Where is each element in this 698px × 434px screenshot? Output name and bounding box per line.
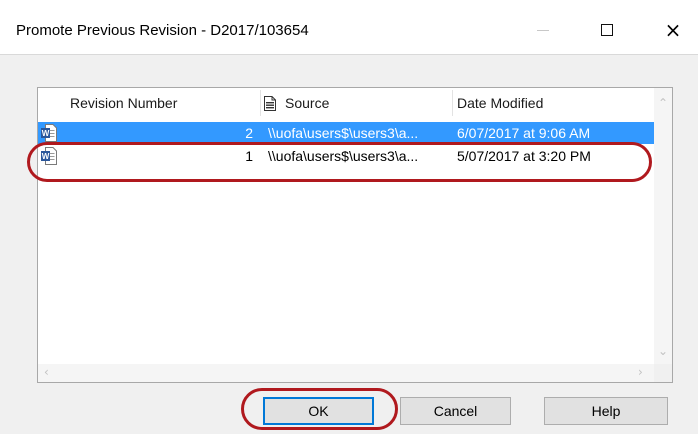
table-row-revision-2[interactable]: W 2 \\uofa\users$\users3\a... 6/07/2017 … xyxy=(38,122,654,144)
cell-revision-number: 1 xyxy=(245,148,253,164)
scroll-up-arrow-icon[interactable]: ⌃ xyxy=(658,96,668,110)
scroll-down-arrow-icon[interactable]: ⌄ xyxy=(658,344,668,358)
horizontal-scrollbar[interactable]: ‹ › xyxy=(38,364,654,382)
document-icon xyxy=(264,95,276,111)
column-header-label: Revision Number xyxy=(70,95,178,111)
cancel-button[interactable]: Cancel xyxy=(400,397,511,425)
cell-date-modified: 5/07/2017 at 3:20 PM xyxy=(457,148,591,164)
maximize-button[interactable] xyxy=(584,12,630,48)
cell-source: \\uofa\users$\users3\a... xyxy=(268,125,419,141)
column-header-source[interactable]: Source xyxy=(264,88,454,118)
close-button[interactable]: × xyxy=(650,12,696,48)
title-bar[interactable]: Promote Previous Revision - D2017/103654… xyxy=(0,0,698,54)
minimize-icon xyxy=(537,29,549,31)
column-header-label: Source xyxy=(285,95,330,111)
revision-list[interactable]: Revision Number Source Date Modified W 2… xyxy=(37,87,673,383)
column-header-label: Date Modified xyxy=(457,95,544,111)
close-icon: × xyxy=(664,18,682,42)
column-header-date-modified[interactable]: Date Modified xyxy=(457,88,647,118)
column-header-revision-number[interactable]: Revision Number xyxy=(70,88,260,118)
cell-revision-number: 2 xyxy=(245,125,253,141)
maximize-icon xyxy=(601,24,613,36)
dialog-window: Promote Previous Revision - D2017/103654… xyxy=(0,0,698,434)
ok-button[interactable]: OK xyxy=(263,397,374,425)
svg-text:W: W xyxy=(42,129,50,138)
column-divider[interactable] xyxy=(452,90,453,116)
vertical-scrollbar[interactable]: ⌃ ⌄ xyxy=(654,88,672,364)
list-header: Revision Number Source Date Modified xyxy=(38,88,654,118)
scroll-right-arrow-icon[interactable]: › xyxy=(638,365,643,379)
cell-source: \\uofa\users$\users3\a... xyxy=(268,148,419,164)
cell-date-modified: 6/07/2017 at 9:06 AM xyxy=(457,125,591,141)
dialog-client-area: Revision Number Source Date Modified W 2… xyxy=(0,54,698,434)
scroll-left-arrow-icon[interactable]: ‹ xyxy=(44,365,49,379)
window-title: Promote Previous Revision - D2017/103654 xyxy=(16,22,309,39)
table-row-revision-1[interactable]: W 1 \\uofa\users$\users3\a... 5/07/2017 … xyxy=(38,145,654,167)
word-document-icon: W xyxy=(41,124,57,142)
svg-text:W: W xyxy=(42,152,50,161)
scrollbar-corner xyxy=(654,364,672,382)
column-divider[interactable] xyxy=(260,90,261,116)
word-document-icon: W xyxy=(41,147,57,165)
help-button[interactable]: Help xyxy=(544,397,668,425)
minimize-button[interactable] xyxy=(520,12,566,48)
